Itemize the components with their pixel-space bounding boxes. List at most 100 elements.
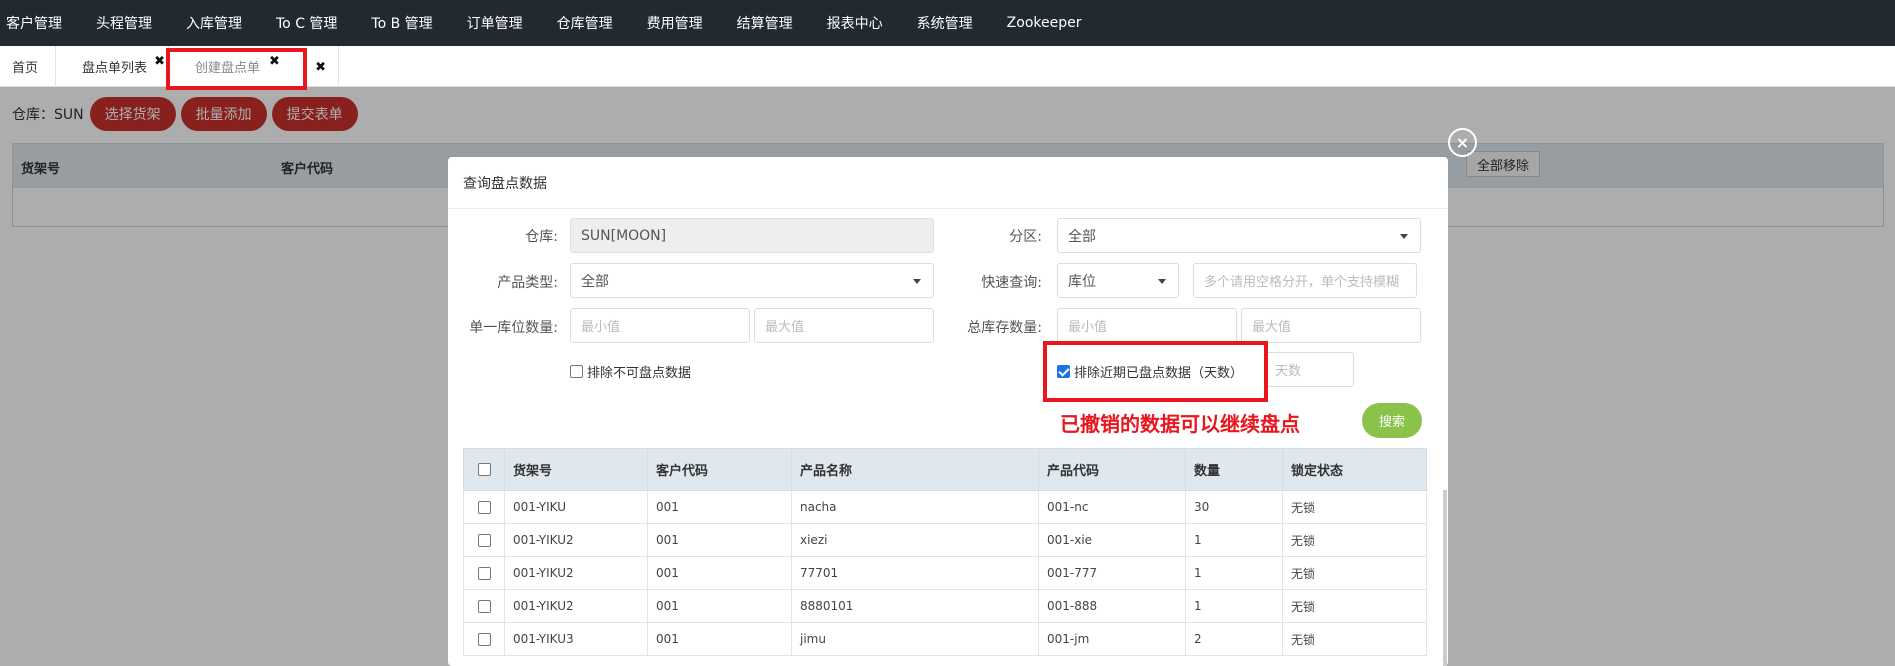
max-placeholder: 最大值	[1252, 320, 1292, 335]
chevron-down-icon	[1400, 234, 1408, 239]
search-button[interactable]: 搜索	[1362, 403, 1422, 438]
zone-select[interactable]: 全部	[1057, 218, 1421, 253]
quick-query-label: 快速查询:	[981, 275, 1042, 291]
select-all-cell	[463, 448, 505, 491]
close-icon[interactable]: ✖	[315, 60, 326, 75]
table-cell: 001-YIKU	[504, 490, 648, 524]
nav-item[interactable]: 报表中心	[820, 13, 897, 33]
quick-query-placeholder: 多个请用空格分开，单个支持模糊	[1204, 275, 1400, 290]
nav-item[interactable]: Zookeeper	[1000, 15, 1096, 31]
tab-inventory-list-label: 盘点单列表	[82, 61, 148, 76]
tab-create-inventory-label: 创建盘点单	[195, 61, 261, 76]
highlight-box	[1043, 341, 1268, 402]
column-header: 货架号	[504, 448, 648, 491]
chevron-down-icon	[913, 279, 921, 284]
single-qty-min-input[interactable]: 最小值	[570, 308, 750, 343]
chevron-down-icon	[1158, 279, 1166, 284]
zone-select-value: 全部	[1068, 228, 1096, 245]
table-cell: 001-888	[1038, 589, 1186, 623]
table-cell: 001-nc	[1038, 490, 1186, 524]
row-checkbox[interactable]	[478, 534, 491, 547]
table-cell: 无锁	[1282, 490, 1427, 524]
table-cell: 001	[647, 490, 792, 524]
nav-item[interactable]: To C 管理	[269, 13, 351, 33]
column-header: 数量	[1185, 448, 1283, 491]
table-row[interactable]: 001-YIKU3 001 jimu 001-jm 2 无锁	[463, 622, 1427, 656]
table-cell: 无锁	[1282, 622, 1427, 656]
table-cell: 2	[1185, 622, 1283, 656]
tab-home-label: 首页	[12, 61, 39, 76]
table-cell: 30	[1185, 490, 1283, 524]
table-cell: 001-jm	[1038, 622, 1186, 656]
total-qty-min-input[interactable]: 最小值	[1057, 308, 1237, 343]
table-cell: 8880101	[791, 589, 1039, 623]
checkbox-icon[interactable]	[570, 365, 583, 378]
nav-item[interactable]: To B 管理	[364, 13, 446, 33]
tab-create-inventory[interactable]: 创建盘点单 ✖ ✖	[169, 46, 339, 87]
table-cell: 001	[647, 556, 792, 590]
row-checkbox[interactable]	[478, 567, 491, 580]
days-placeholder: 天数	[1275, 364, 1302, 379]
nav-item[interactable]: 结算管理	[730, 13, 807, 33]
table-row[interactable]: 001-YIKU2 001 xiezi 001-xie 1 无锁	[463, 523, 1427, 557]
quick-query-type-value: 库位	[1068, 273, 1096, 290]
table-row[interactable]: 001-YIKU 001 nacha 001-nc 30 无锁	[463, 490, 1427, 524]
table-cell: 001	[647, 622, 792, 656]
nav-item[interactable]: 入库管理	[179, 13, 256, 33]
close-icon[interactable]: ✖	[154, 54, 165, 69]
row-select-cell	[463, 523, 505, 557]
tab-inventory-list[interactable]: 盘点单列表 ✖	[56, 46, 169, 87]
table-header-row: 货架号 客户代码 产品名称 产品代码 数量 锁定状态	[463, 448, 1427, 491]
tab-home[interactable]: 首页	[0, 46, 56, 87]
scrollbar[interactable]	[1443, 490, 1447, 666]
table-cell: 1	[1185, 556, 1283, 590]
table-cell: 001	[647, 523, 792, 557]
table-cell: 1	[1185, 589, 1283, 623]
total-stock-qty-label: 总库存数量:	[967, 320, 1042, 336]
table-cell: 001	[647, 589, 792, 623]
select-all-checkbox[interactable]	[478, 463, 491, 476]
row-select-cell	[463, 490, 505, 524]
table-cell: 001-YIKU2	[504, 556, 648, 590]
single-location-qty-label: 单一库位数量:	[469, 320, 558, 336]
table-cell: 无锁	[1282, 556, 1427, 590]
table-row[interactable]: 001-YIKU2 001 8880101 001-888 1 无锁	[463, 589, 1427, 623]
table-cell: jimu	[791, 622, 1039, 656]
nav-item[interactable]: 客户管理	[0, 13, 76, 33]
table-row[interactable]: 001-YIKU2 001 77701 001-777 1 无锁	[463, 556, 1427, 590]
row-checkbox[interactable]	[478, 600, 491, 613]
column-header: 产品代码	[1038, 448, 1186, 491]
single-qty-max-input[interactable]: 最大值	[754, 308, 934, 343]
row-checkbox[interactable]	[478, 501, 491, 514]
nav-item[interactable]: 费用管理	[640, 13, 717, 33]
days-input[interactable]: 天数	[1264, 352, 1354, 387]
row-checkbox[interactable]	[478, 633, 491, 646]
tab-bar: 首页 盘点单列表 ✖ 创建盘点单 ✖ ✖	[0, 46, 1895, 87]
top-nav: 客户管理 头程管理 入库管理 To C 管理 To B 管理 订单管理 仓库管理 费用管理 结算…	[0, 0, 1895, 46]
close-icon[interactable]: ✖	[269, 54, 280, 69]
quick-query-input[interactable]: 多个请用空格分开，单个支持模糊	[1193, 263, 1417, 298]
total-qty-max-input[interactable]: 最大值	[1241, 308, 1421, 343]
warehouse-field-value: SUN[MOON]	[581, 227, 667, 244]
min-placeholder: 最小值	[581, 320, 621, 335]
exclude-uncountable-checkbox[interactable]: 排除不可盘点数据	[570, 362, 691, 381]
table-cell: 001-xie	[1038, 523, 1186, 557]
nav-item[interactable]: 头程管理	[89, 13, 166, 33]
results-table: 货架号 客户代码 产品名称 产品代码 数量 锁定状态 001-YIKU 001 na…	[463, 448, 1427, 656]
min-placeholder: 最小值	[1068, 320, 1108, 335]
close-icon[interactable]: ×	[1448, 128, 1477, 157]
nav-item[interactable]: 仓库管理	[550, 13, 627, 33]
table-cell: nacha	[791, 490, 1039, 524]
table-cell: xiezi	[791, 523, 1039, 557]
nav-item[interactable]: 系统管理	[910, 13, 987, 33]
column-header: 客户代码	[647, 448, 792, 491]
row-select-cell	[463, 622, 505, 656]
table-cell: 77701	[791, 556, 1039, 590]
product-type-select-value: 全部	[581, 273, 609, 290]
nav-item[interactable]: 订单管理	[460, 13, 537, 33]
quick-query-type-select[interactable]: 库位	[1057, 263, 1179, 298]
modal-title: 查询盘点数据	[448, 157, 1448, 209]
product-type-select[interactable]: 全部	[570, 263, 934, 298]
row-select-cell	[463, 556, 505, 590]
zone-label: 分区:	[1009, 229, 1042, 245]
